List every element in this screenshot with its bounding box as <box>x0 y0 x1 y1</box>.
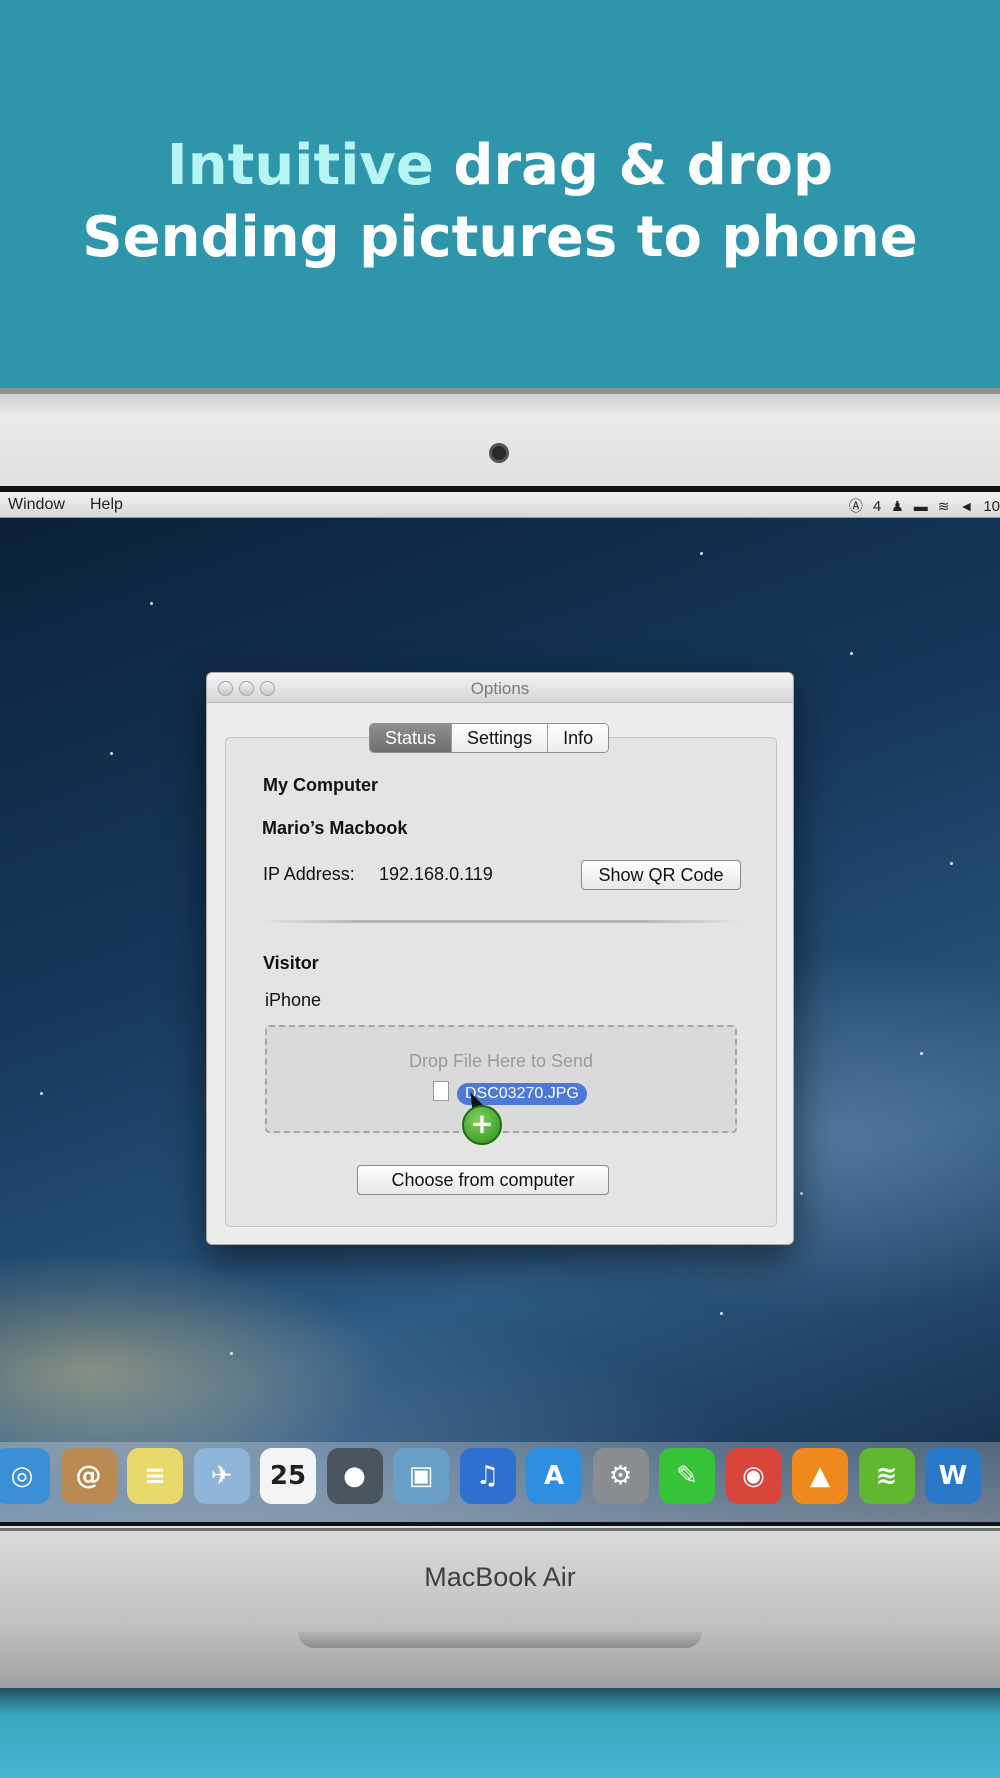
drop-zone-label: Drop File Here to Send <box>408 1051 594 1071</box>
star <box>850 652 853 655</box>
section-divider <box>261 920 741 923</box>
tab-info[interactable]: Info <box>548 724 609 752</box>
volume-icon[interactable]: ◄ <box>959 498 973 514</box>
star <box>150 602 153 605</box>
copy-plus-badge-icon: + <box>462 1105 502 1145</box>
star <box>110 752 113 755</box>
show-qr-code-button[interactable]: Show QR Code <box>581 860 741 890</box>
options-window: Options Status Settings Info My Computer… <box>206 672 794 1245</box>
ip-address-label: IP Address: <box>263 864 355 884</box>
menubar-clock[interactable]: 10 <box>983 498 1000 515</box>
star <box>230 1352 233 1355</box>
menu-help[interactable]: Help <box>90 496 123 514</box>
star <box>920 1052 923 1055</box>
menubar: Window Help Ⓐ 4 ♟ ▬ ≋ ◄ 10 <box>0 492 1000 518</box>
lid-notch <box>298 1632 702 1648</box>
battery-icon[interactable]: ▬ <box>914 498 928 514</box>
window-titlebar[interactable]: Options <box>207 673 793 703</box>
itunes-icon[interactable]: ♫ <box>459 1448 516 1504</box>
tab-status[interactable]: Status <box>370 724 453 752</box>
facetime-icon[interactable]: ● <box>326 1448 383 1504</box>
choose-from-computer-button[interactable]: Choose from computer <box>357 1165 609 1195</box>
app-store-icon[interactable]: A <box>526 1448 582 1504</box>
adobe-icon[interactable]: Ⓐ <box>849 496 863 516</box>
window-title: Options <box>470 679 530 698</box>
wifi-icon[interactable]: ≋ <box>938 498 950 515</box>
transfer-app-icon[interactable]: ✎ <box>659 1448 715 1504</box>
file-icon <box>433 1081 449 1101</box>
webcam-icon <box>489 443 509 463</box>
headline-rest: drag & drop <box>433 133 834 198</box>
visitor-device-name: iPhone <box>265 990 322 1010</box>
ip-address-value: 192.168.0.119 <box>379 864 493 884</box>
star <box>800 1192 803 1195</box>
drop-file-zone[interactable]: Drop File Here to Send DSC03270.JPG <box>265 1025 737 1133</box>
notes-icon[interactable]: ≡ <box>127 1448 183 1504</box>
visitor-heading: Visitor <box>263 953 319 973</box>
star <box>720 1312 723 1315</box>
headline-accent: Intuitive <box>166 133 434 198</box>
user-icon[interactable]: ♟ <box>891 498 904 515</box>
spotify-icon[interactable]: ≋ <box>858 1448 915 1504</box>
headline-line-2: Sending pictures to phone <box>82 205 918 270</box>
tab-bar: Status Settings Info <box>369 723 610 753</box>
tab-settings[interactable]: Settings <box>452 724 549 752</box>
my-computer-heading: My Computer <box>263 775 379 795</box>
computer-name: Mario’s Macbook <box>262 818 408 838</box>
laptop-base <box>0 1528 1000 1688</box>
adobe-count: 4 <box>872 497 882 515</box>
headline-banner: Intuitive drag & drop Sending pictures t… <box>0 0 1000 388</box>
vlc-icon[interactable]: ▲ <box>792 1448 848 1504</box>
calendar-icon[interactable]: 25 <box>260 1448 316 1504</box>
star <box>700 552 703 555</box>
menubar-status-area: Ⓐ 4 ♟ ▬ ≋ ◄ 10 <box>849 496 1000 516</box>
star <box>950 862 953 865</box>
status-panel <box>225 737 777 1227</box>
word-icon[interactable]: W <box>925 1448 981 1504</box>
headline-line-1: Intuitive drag & drop <box>0 130 1000 202</box>
desktop-screen: Window Help Ⓐ 4 ♟ ▬ ≋ ◄ 10 Options Statu… <box>0 492 1000 1522</box>
bottom-strip <box>0 1688 1000 1778</box>
menu-window[interactable]: Window <box>8 496 65 514</box>
contacts-icon[interactable]: @ <box>60 1448 117 1504</box>
safari-icon[interactable]: ◎ <box>0 1448 50 1504</box>
chrome-icon[interactable]: ◉ <box>725 1448 782 1504</box>
laptop-brand-label: MacBook Air <box>424 1562 576 1592</box>
system-preferences-icon[interactable]: ⚙ <box>592 1448 649 1504</box>
iphoto-icon[interactable]: ▣ <box>393 1448 449 1504</box>
star <box>40 1092 43 1095</box>
maps-icon[interactable]: ✈ <box>193 1448 250 1504</box>
